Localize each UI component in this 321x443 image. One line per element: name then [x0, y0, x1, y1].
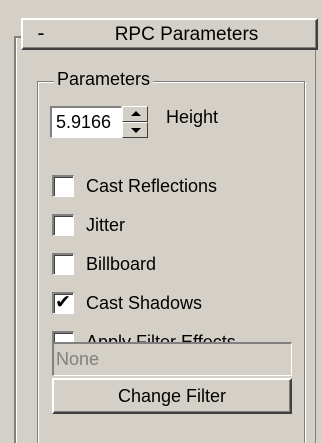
arrow-up-icon — [131, 111, 141, 116]
billboard-label[interactable]: Billboard — [86, 251, 156, 277]
height-label: Height — [166, 107, 219, 127]
jitter-checkbox-row[interactable]: Jitter — [52, 211, 302, 239]
rollout-right-border — [315, 48, 316, 443]
parameters-group-label: Parameters — [54, 67, 154, 91]
cast-reflections-checkbox-row[interactable]: Cast Reflections — [52, 172, 302, 200]
rollout-title[interactable]: RPC Parameters — [63, 23, 310, 47]
cast-reflections-checkbox[interactable] — [52, 175, 74, 197]
rollout-header[interactable]: - RPC Parameters — [21, 18, 318, 50]
height-spinner-input[interactable]: 5.9166 — [50, 106, 122, 138]
change-filter-button[interactable]: Change Filter — [52, 378, 292, 414]
collapse-icon[interactable]: - — [31, 22, 51, 46]
billboard-checkbox-row[interactable]: Billboard — [52, 250, 302, 278]
billboard-checkbox[interactable] — [52, 253, 74, 275]
spinner-down-button[interactable] — [122, 122, 148, 138]
spinner-up-button[interactable] — [122, 106, 148, 122]
cast-reflections-label[interactable]: Cast Reflections — [86, 173, 217, 199]
checkmark-icon: ✔ — [55, 291, 71, 313]
height-spinner-buttons[interactable] — [122, 106, 148, 138]
cast-shadows-checkbox[interactable]: ✔ — [52, 291, 74, 314]
jitter-checkbox[interactable] — [52, 214, 74, 236]
jitter-label[interactable]: Jitter — [86, 212, 125, 238]
arrow-down-icon — [131, 128, 141, 133]
filter-name-field: None — [52, 342, 292, 376]
rollout-left-border — [14, 36, 17, 443]
cast-shadows-label[interactable]: Cast Shadows — [86, 290, 202, 316]
cast-shadows-checkbox-row[interactable]: ✔ Cast Shadows — [52, 289, 302, 317]
